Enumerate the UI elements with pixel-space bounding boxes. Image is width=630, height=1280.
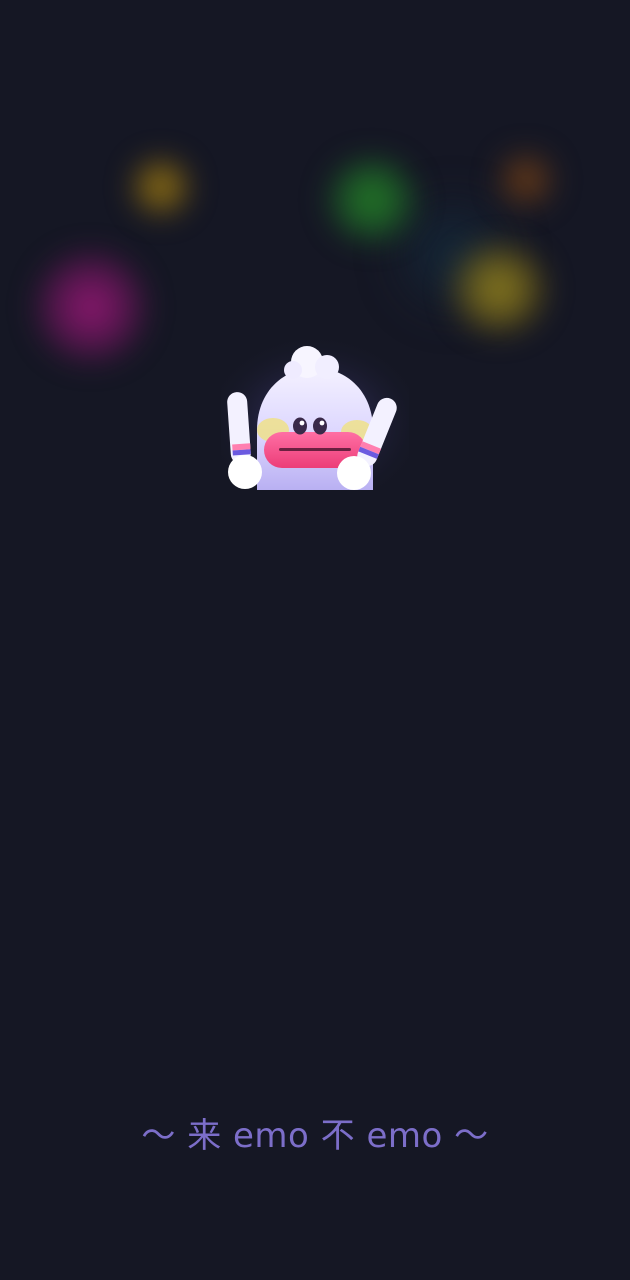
- ghost-mascot-icon: [221, 340, 409, 490]
- background-glow-magenta: [36, 252, 146, 362]
- background-glow-yellow-large: [452, 244, 546, 334]
- splash-screen: ～ 来 emo 不 emo ～: [0, 0, 630, 1280]
- background-glow-green: [328, 158, 416, 242]
- tagline-text: ～ 来 emo 不 emo ～: [141, 1116, 489, 1156]
- background-glow-orange: [498, 152, 554, 208]
- background-glow-yellow-small: [132, 158, 190, 216]
